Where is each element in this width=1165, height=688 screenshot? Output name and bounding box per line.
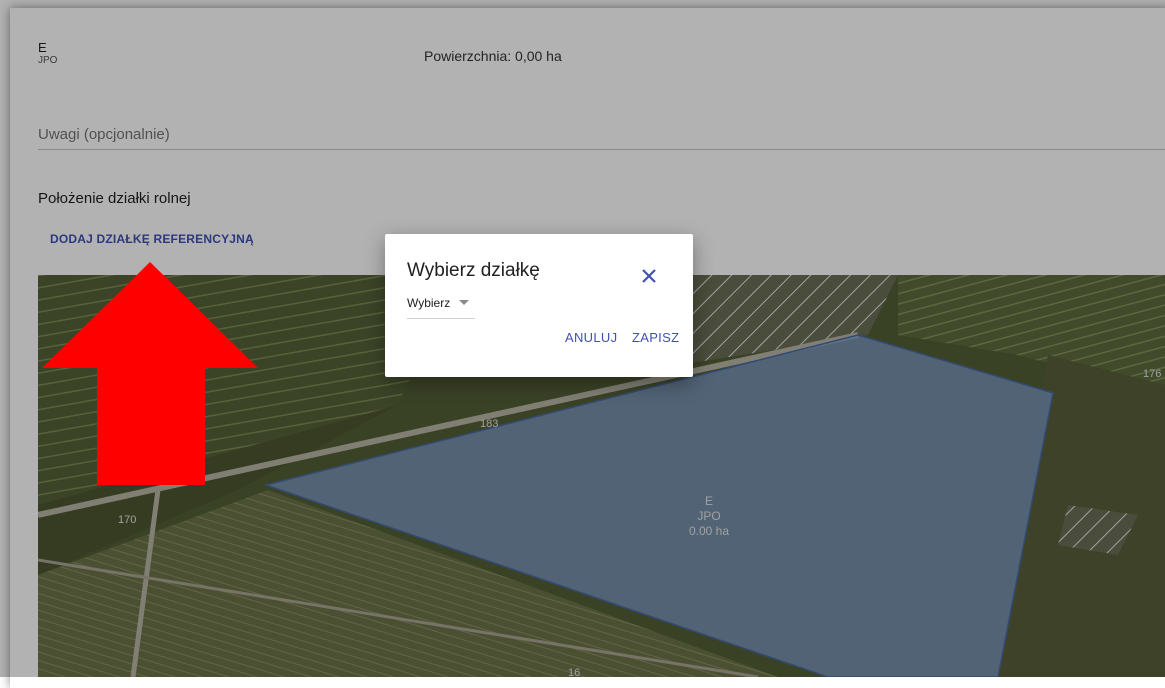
cancel-button[interactable]: ANULUJ [565,330,617,345]
red-arrow-annotation [42,262,258,485]
parcel-select-value: Wybierz [407,296,451,310]
close-icon[interactable] [639,266,659,286]
save-button[interactable]: ZAPISZ [632,330,679,345]
select-parcel-dialog: Wybierz działkę Wybierz ANULUJ ZAPISZ [385,234,693,377]
parcel-select[interactable]: Wybierz [407,294,475,319]
dialog-title: Wybierz działkę [407,260,540,281]
chevron-down-icon [459,300,469,305]
